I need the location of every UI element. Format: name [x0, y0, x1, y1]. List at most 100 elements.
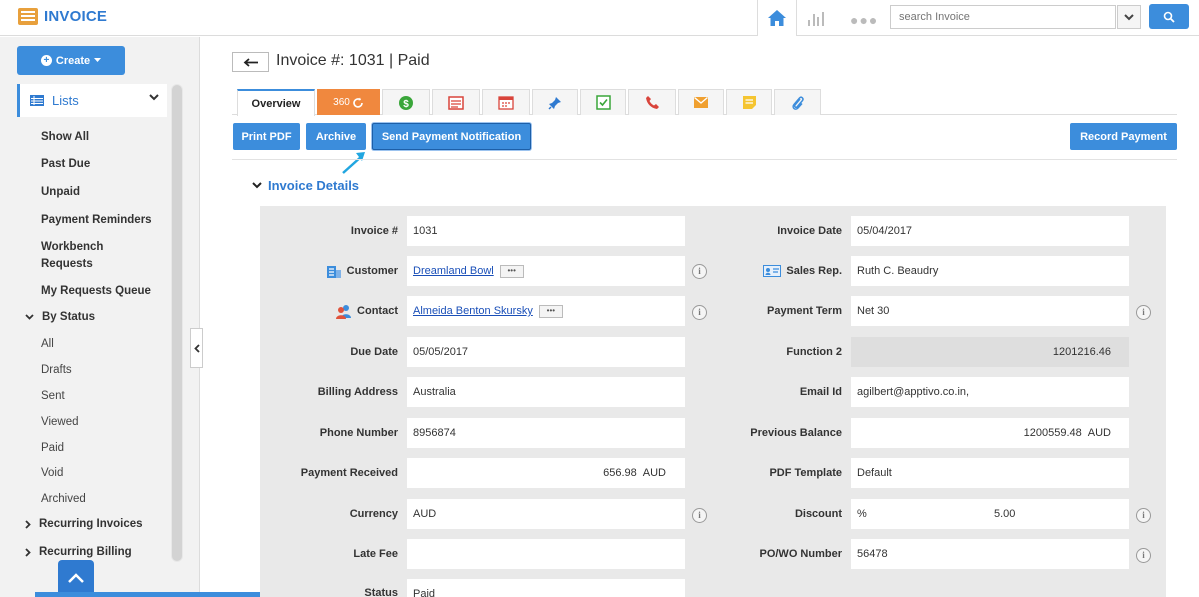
currency-label: Currency	[349, 508, 398, 520]
document-icon	[448, 95, 464, 110]
sidebar-item-workbench-requests[interactable]: Workbench Requests	[41, 239, 141, 273]
sidebar-item-viewed[interactable]: Viewed	[41, 414, 79, 431]
chevron-down-icon	[1124, 13, 1134, 20]
phone-number-label: Phone Number	[319, 427, 398, 439]
sidebar-item-all[interactable]: All	[41, 336, 54, 353]
sidebar-group-recurring-billing[interactable]: Recurring Billing	[25, 546, 132, 558]
email-id-value: agilbert@apptivo.co.in,	[851, 377, 1129, 407]
invoice-date-label: Invoice Date	[777, 225, 842, 237]
tab-360-label: 360	[333, 97, 350, 108]
payment-received-unit: AUD	[642, 467, 666, 479]
search-input[interactable]	[890, 5, 1116, 29]
arrow-left-icon	[243, 57, 258, 67]
calendar-icon	[498, 96, 514, 110]
chevron-right-icon	[25, 519, 31, 529]
tab-payments[interactable]: $	[382, 89, 430, 115]
tab-attachments[interactable]	[774, 89, 821, 115]
sidebar-item-show-all[interactable]: Show All	[41, 129, 89, 146]
sidebar-item-payment-reminders[interactable]: Payment Reminders	[41, 212, 152, 229]
po-wo-number-label: PO/WO Number	[759, 548, 842, 560]
discount-label: Discount	[794, 508, 842, 520]
recurring-billing-label: Recurring Billing	[39, 546, 132, 558]
sidebar-item-archived[interactable]: Archived	[41, 491, 86, 508]
money-icon: $	[399, 95, 413, 110]
create-button[interactable]: + Create	[17, 46, 125, 75]
chevron-down-icon	[25, 314, 34, 320]
late-fee-value	[407, 539, 685, 569]
tab-calls[interactable]	[628, 89, 676, 115]
analytics-icon[interactable]	[805, 8, 827, 28]
caret-down-icon	[94, 58, 102, 62]
tab-email[interactable]	[678, 89, 724, 115]
chevron-down-icon	[149, 94, 159, 101]
send-payment-notification-button[interactable]: Send Payment Notification	[372, 123, 531, 150]
tab-calendar[interactable]	[482, 89, 530, 115]
sidebar-scroll-thumb[interactable]	[172, 85, 182, 561]
function-2-value: 1201216.46	[851, 337, 1129, 367]
payment-received-label: Payment Received	[300, 467, 398, 479]
sales-rep-label-text: Sales Rep.	[786, 265, 842, 277]
sidebar-item-void[interactable]: Void	[41, 465, 63, 482]
sidebar-item-paid[interactable]: Paid	[41, 440, 64, 457]
archive-button[interactable]: Archive	[306, 123, 366, 150]
tab-tasks[interactable]	[580, 89, 626, 115]
payment-received-field: 656.98 AUD	[407, 458, 685, 488]
tab-pin[interactable]	[532, 89, 578, 115]
customer-link[interactable]: Dreamland Bowl	[413, 265, 494, 277]
due-date-label: Due Date	[350, 346, 398, 358]
refresh-icon	[353, 97, 363, 108]
chevron-right-icon	[25, 547, 31, 557]
chevron-down-icon	[252, 182, 262, 189]
divider	[232, 159, 1177, 160]
invoice-details-toggle[interactable]: Invoice Details	[252, 178, 359, 193]
pointer-arrow-icon	[342, 152, 365, 174]
sales-rep-label: Sales Rep.	[700, 256, 842, 286]
sidebar-item-my-requests-queue[interactable]: My Requests Queue	[41, 283, 151, 300]
sidebar-item-unpaid[interactable]: Unpaid	[41, 184, 80, 201]
recurring-invoices-label: Recurring Invoices	[39, 518, 143, 530]
invoice-date-value: 05/04/2017	[851, 216, 1129, 246]
late-fee-label: Late Fee	[353, 548, 398, 560]
contact-more-button[interactable]: •••	[538, 304, 563, 318]
payment-term-label: Payment Term	[767, 305, 842, 317]
payment-term-value: Net 30	[851, 296, 1129, 326]
payment-term-info-icon[interactable]: i	[1136, 305, 1151, 320]
sidebar-item-drafts[interactable]: Drafts	[41, 362, 72, 379]
sidebar-group-recurring-invoices[interactable]: Recurring Invoices	[25, 518, 143, 530]
contact-field: Almeida Benton Skursky •••	[407, 296, 685, 326]
print-pdf-button[interactable]: Print PDF	[233, 123, 300, 150]
home-button[interactable]	[757, 0, 797, 36]
sales-rep-value: Ruth C. Beaudry	[851, 256, 1129, 286]
back-button[interactable]	[232, 52, 269, 72]
discount-info-icon[interactable]: i	[1136, 508, 1151, 523]
discount-type: %	[857, 508, 867, 520]
contact-label-text: Contact	[357, 305, 398, 317]
search-button[interactable]	[1149, 4, 1189, 29]
svg-text:$: $	[403, 99, 409, 110]
customer-label: Customer	[260, 256, 398, 286]
tab-overview[interactable]: Overview	[237, 89, 315, 116]
sidebar-item-sent[interactable]: Sent	[41, 388, 65, 405]
sidebar-group-by-status[interactable]: By Status	[25, 311, 95, 323]
lists-toggle[interactable]: Lists	[17, 84, 167, 117]
section-title: Invoice Details	[268, 178, 360, 193]
sidebar-collapse-handle[interactable]	[190, 328, 203, 368]
phone-number-value: 8956874	[407, 418, 685, 448]
more-apps-icon[interactable]: ●●●	[850, 12, 878, 28]
discount-value: 5.00	[994, 508, 1016, 520]
customer-more-button[interactable]: •••	[499, 264, 524, 278]
contact-link[interactable]: Almeida Benton Skursky	[413, 305, 533, 317]
page-title: Invoice #: 1031 | Paid	[276, 52, 430, 69]
app-brand[interactable]: INVOICE	[18, 8, 107, 25]
tab-360[interactable]: 360	[317, 89, 380, 115]
search-dropdown-button[interactable]	[1117, 5, 1141, 29]
status-label: Status	[364, 587, 398, 597]
function-2-label: Function 2	[786, 346, 842, 358]
tab-notes[interactable]	[432, 89, 480, 115]
top-bar: INVOICE ●●●	[0, 0, 1199, 36]
sidebar-item-past-due[interactable]: Past Due	[41, 156, 90, 173]
po-wo-info-icon[interactable]: i	[1136, 548, 1151, 563]
tab-sticky-notes[interactable]	[726, 89, 772, 115]
id-card-icon	[763, 265, 782, 277]
record-payment-button[interactable]: Record Payment	[1070, 123, 1177, 150]
